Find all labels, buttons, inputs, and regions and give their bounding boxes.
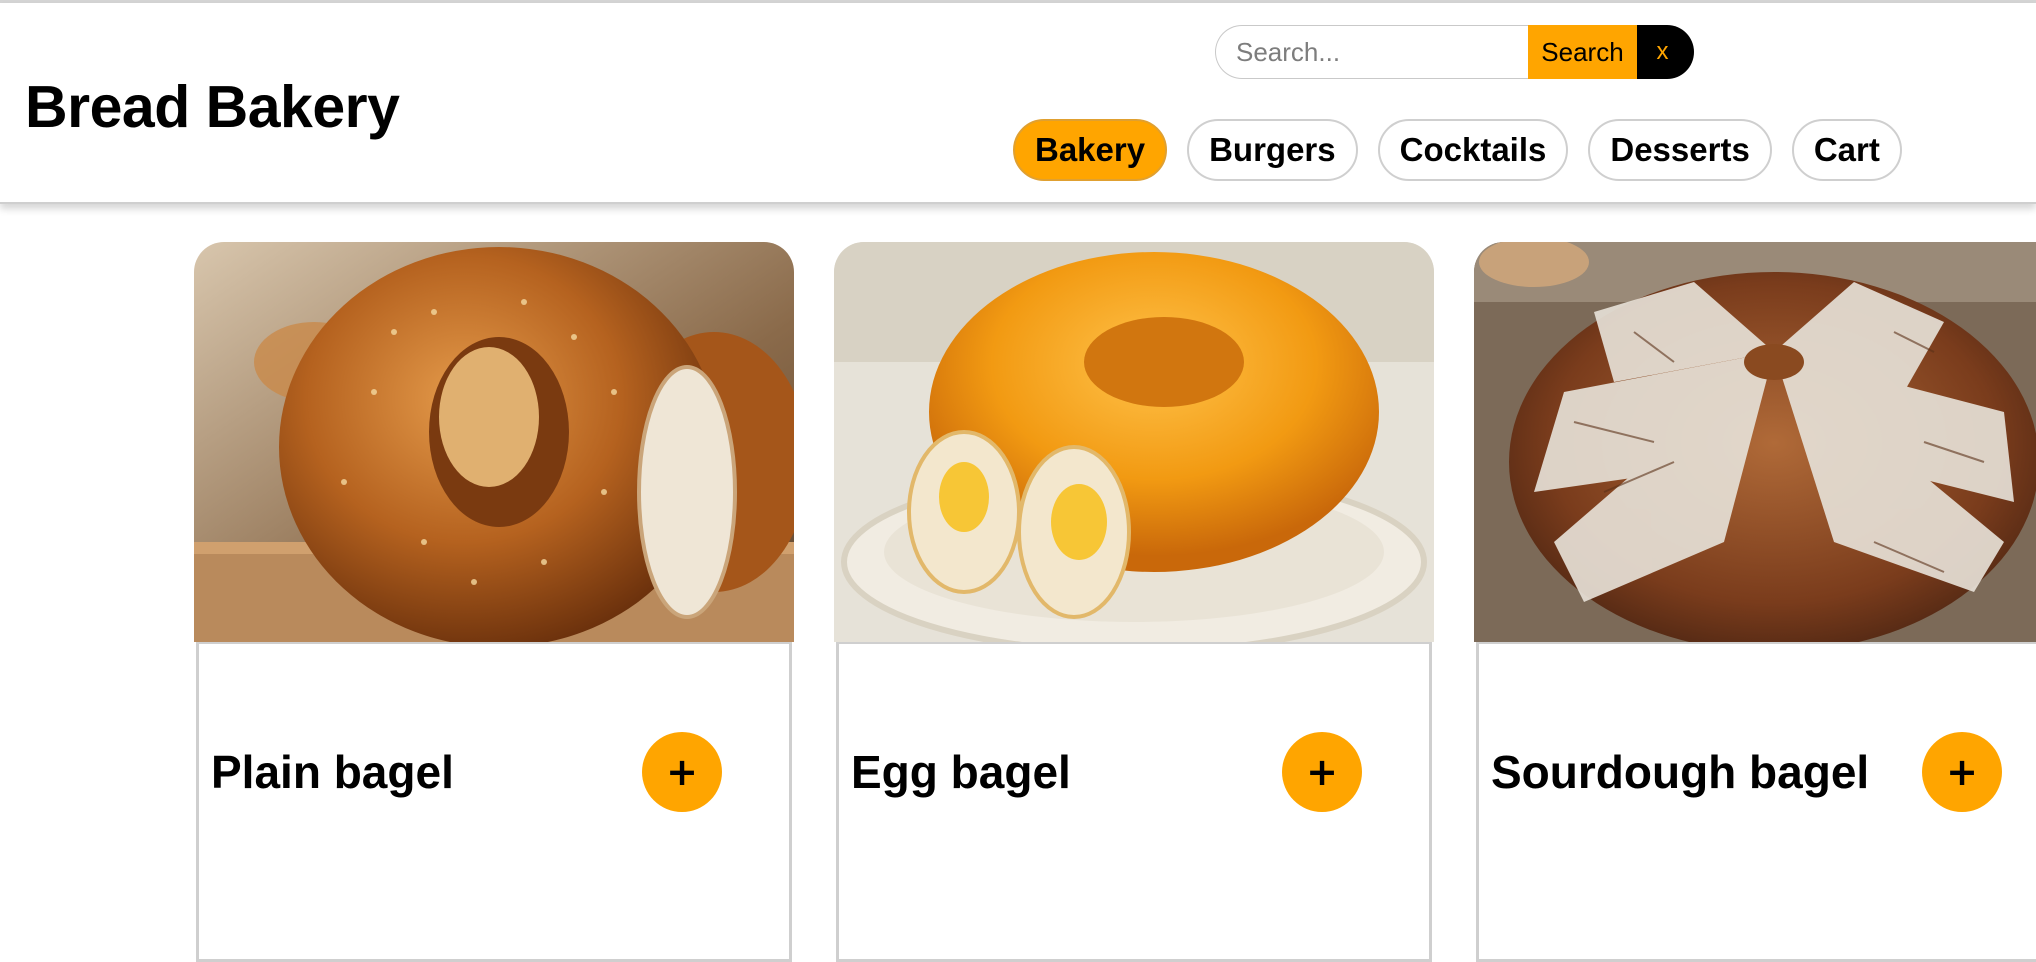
product-card: Egg bagel + xyxy=(834,242,1434,962)
nav-item-desserts[interactable]: Desserts xyxy=(1588,119,1772,181)
clear-search-button[interactable]: x xyxy=(1637,25,1694,79)
site-title: Bread Bakery xyxy=(25,74,400,140)
nav-item-bakery[interactable]: Bakery xyxy=(1013,119,1168,181)
product-card-body: Sourdough bagel + xyxy=(1476,642,2036,962)
product-card-body: Plain bagel + xyxy=(196,642,792,962)
product-card-body: Egg bagel + xyxy=(836,642,1432,962)
product-image-sourdough-bagel xyxy=(1474,242,2036,642)
add-to-cart-button[interactable]: + xyxy=(1282,732,1362,812)
product-image-egg-bagel xyxy=(834,242,1434,642)
product-name: Plain bagel xyxy=(211,746,454,798)
product-card: Sourdough bagel + xyxy=(1474,242,2036,962)
product-card: Plain bagel + xyxy=(194,242,794,962)
nav-item-cart[interactable]: Cart xyxy=(1791,119,1902,181)
product-image-plain-bagel xyxy=(194,242,794,642)
product-name: Egg bagel xyxy=(851,746,1071,798)
site-header: Bread Bakery Search x Bakery Burgers Coc… xyxy=(0,3,2036,204)
add-to-cart-button[interactable]: + xyxy=(1922,732,2002,812)
search-input[interactable] xyxy=(1215,25,1528,79)
add-to-cart-button[interactable]: + xyxy=(642,732,722,812)
nav-item-burgers[interactable]: Burgers xyxy=(1187,119,1358,181)
nav-item-cocktails[interactable]: Cocktails xyxy=(1377,119,1569,181)
category-nav: Bakery Burgers Cocktails Desserts Cart xyxy=(1013,119,1902,181)
search-button[interactable]: Search xyxy=(1528,25,1637,79)
product-name: Sourdough bagel xyxy=(1491,746,1870,798)
search-bar: Search x xyxy=(1215,25,1694,79)
